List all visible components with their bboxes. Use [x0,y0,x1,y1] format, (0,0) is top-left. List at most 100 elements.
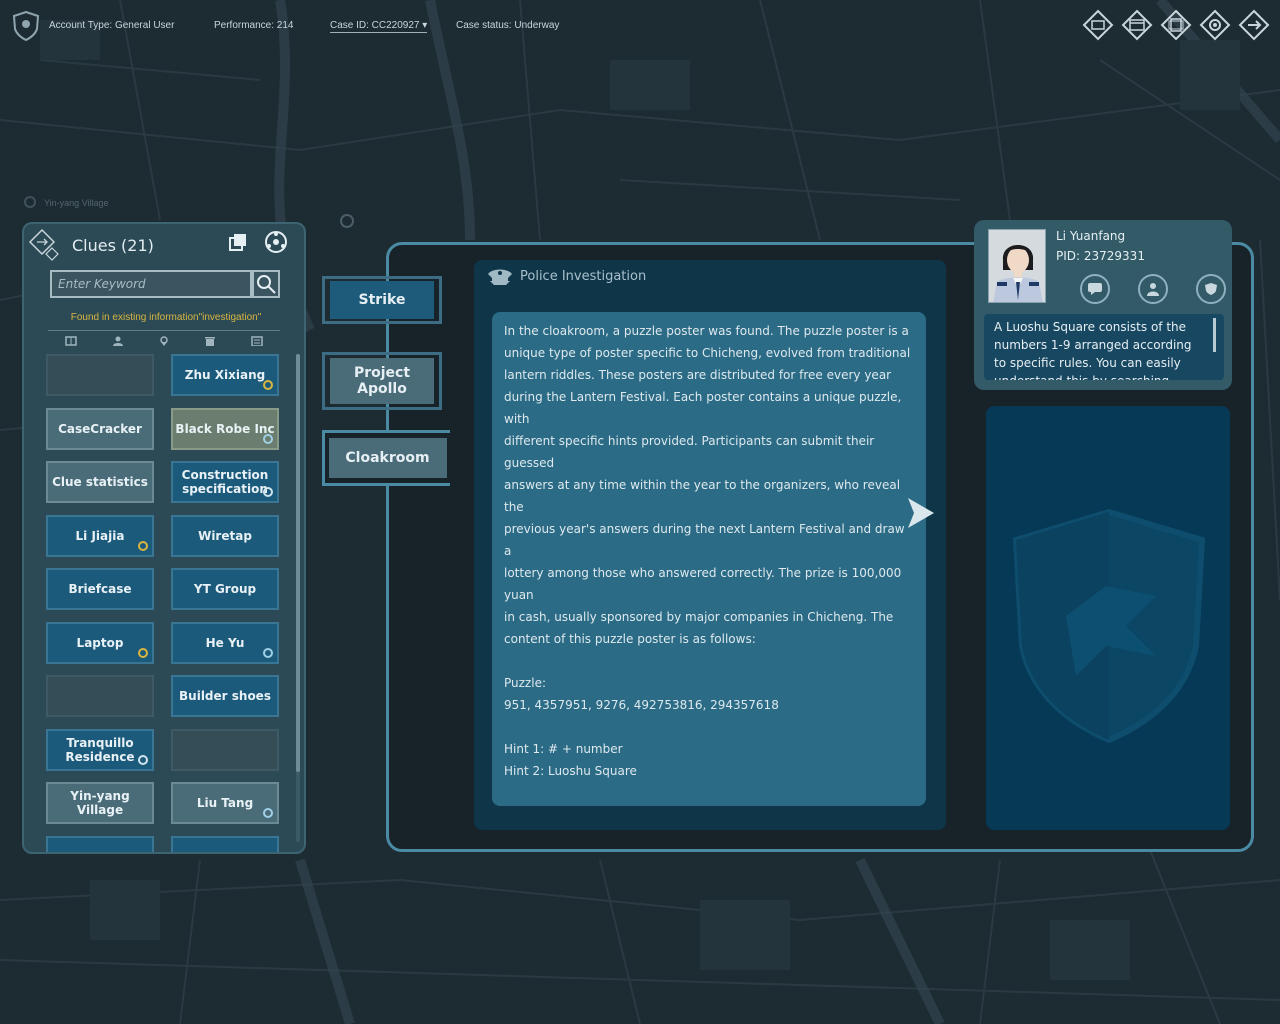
map-location-label: Yin-yang Village [44,198,109,208]
character-portrait-avatar [988,229,1046,303]
search-icon [257,275,276,294]
clue-tile[interactable]: CaseCracker [46,407,154,450]
clue-grid: Zhu Xixiang CaseCracker Black Robe Inc Clue… [46,354,282,852]
clue-tile[interactable] [46,835,154,852]
shield-icon [138,647,148,658]
clue-tile-label: Tranquillo Residence [65,735,135,764]
clue-tile[interactable]: YT Group [171,568,279,610]
tab-project-apollo-label: Project Apollo [330,358,434,404]
profile-button[interactable] [1138,274,1168,304]
tab-cloakroom-label: Cloakroom [328,438,447,478]
character-description-box: A Luoshu Square consists of the numbers … [984,314,1224,380]
clue-tile [46,354,154,396]
clue-tile-label: Wiretap [198,528,252,543]
character-panel: Li Yuanfang PID: 23729331 A Luoshu Squar… [974,220,1232,390]
clue-tile-label: Yin-yang Village [70,789,130,817]
trash-icon[interactable] [204,336,216,346]
clue-tile[interactable]: Liu Tang [171,782,279,824]
wallet-icon[interactable] [1121,9,1153,41]
document-icon[interactable] [65,335,77,346]
character-pid: PID: 23729331 [1056,249,1145,263]
clue-tile[interactable]: Li Jiajia [46,514,154,557]
gear-icon[interactable] [1199,9,1231,41]
character-description-scrollbar[interactable] [1213,318,1216,352]
clue-search-button[interactable] [252,270,280,298]
clue-tile-label: Construction specification [181,468,269,496]
chat-icon [1088,283,1102,295]
target-icon [263,647,273,658]
police-cap-icon [488,269,512,285]
tab-strike[interactable]: Strike [322,276,442,324]
clue-tile-label: Builder shoes [179,689,271,703]
case-status: Case status: Underway [456,20,560,31]
clues-panel: Clues (21) Found in existing information… [22,222,306,854]
account-type: Account Type: General User [49,20,175,31]
tab-project-apollo[interactable]: Project Apollo [322,352,442,410]
clue-tile[interactable] [171,835,279,852]
clue-tile[interactable]: Zhu Xixiang [171,354,279,396]
clues-emblem-icon [28,228,59,261]
badge-button[interactable] [1196,274,1226,304]
police-shield-watermark-icon [1012,508,1206,744]
investigation-content-panel: Police Investigation In the cloakroom, a… [474,260,946,830]
archive-icon[interactable] [251,335,263,346]
star-icon [263,380,273,390]
clue-tile-label: Black Robe Inc [175,421,275,436]
location-icon[interactable] [158,335,170,346]
tab-cloakroom[interactable]: Cloakroom [322,430,450,486]
character-name: Li Yuanfang [1056,229,1126,243]
top-bar: Account Type: General User Performance: … [0,0,1280,52]
clue-network-button[interactable] [262,228,290,256]
clue-search-input[interactable] [50,270,252,298]
content-body-text: In the cloakroom, a puzzle poster was fo… [504,324,911,778]
next-page-arrow-icon[interactable] [906,496,936,530]
clue-tile[interactable]: Wiretap [171,514,279,557]
side-detail-panel [986,406,1230,830]
top-icon-toolbar [1082,9,1270,41]
image-icon [263,487,273,497]
clue-tile[interactable]: Yin-yang Village [46,782,154,824]
profile-icon [1147,283,1159,296]
content-header-title: Police Investigation [520,269,647,284]
clue-tile [46,675,154,717]
clue-filter-row [48,330,280,346]
clue-list-scrollbar-thumb[interactable] [296,354,300,772]
person-icon[interactable] [112,336,124,346]
clue-tile[interactable]: Construction specification [171,461,279,503]
clues-title: Clues (21) [72,236,154,255]
clue-tile[interactable]: Clue statistics [46,461,154,503]
police-badge-logo-icon [12,11,40,41]
clue-tile-label: Laptop [76,635,124,650]
clue-tile-label: Zhu Xixiang [184,368,266,382]
network-icon [265,231,287,253]
tab-strike-label: Strike [330,281,434,319]
badge-icon [1205,283,1217,295]
map-marker-icon[interactable] [340,214,354,228]
clue-tile[interactable]: He Yu [171,621,279,664]
performance-score: Performance: 214 [214,20,294,31]
copy-clues-button[interactable] [224,228,252,256]
exit-icon[interactable] [1238,9,1270,41]
clue-tile-label: Liu Tang [196,796,254,810]
clue-tile[interactable]: Briefcase [46,568,154,610]
clue-tile-label: Li Jiajia [75,528,125,543]
cards-icon[interactable] [1160,9,1192,41]
star-icon [138,540,148,551]
chat-button[interactable] [1080,274,1110,304]
clue-tile-label: Briefcase [68,582,132,596]
clue-tile-label: He Yu [205,635,245,650]
inbox-icon[interactable] [1082,9,1114,41]
clue-tile[interactable]: Builder shoes [171,675,279,717]
tool-icon [138,754,148,765]
character-action-bar [1080,274,1226,304]
clue-tile[interactable]: Black Robe Inc [171,407,279,450]
map-location-pin-icon[interactable] [24,196,36,208]
copy-icon [229,234,246,251]
target-icon [263,808,273,818]
case-id-dropdown[interactable]: Case ID: CC220927 ▾ [330,20,428,33]
clue-tile-label: CaseCracker [58,421,142,436]
clue-tile[interactable]: Tranquillo Residence [46,728,154,771]
clue-tile-label: YT Group [193,582,257,596]
clue-tile[interactable]: Laptop [46,621,154,664]
content-text-box: In the cloakroom, a puzzle poster was fo… [492,312,926,806]
